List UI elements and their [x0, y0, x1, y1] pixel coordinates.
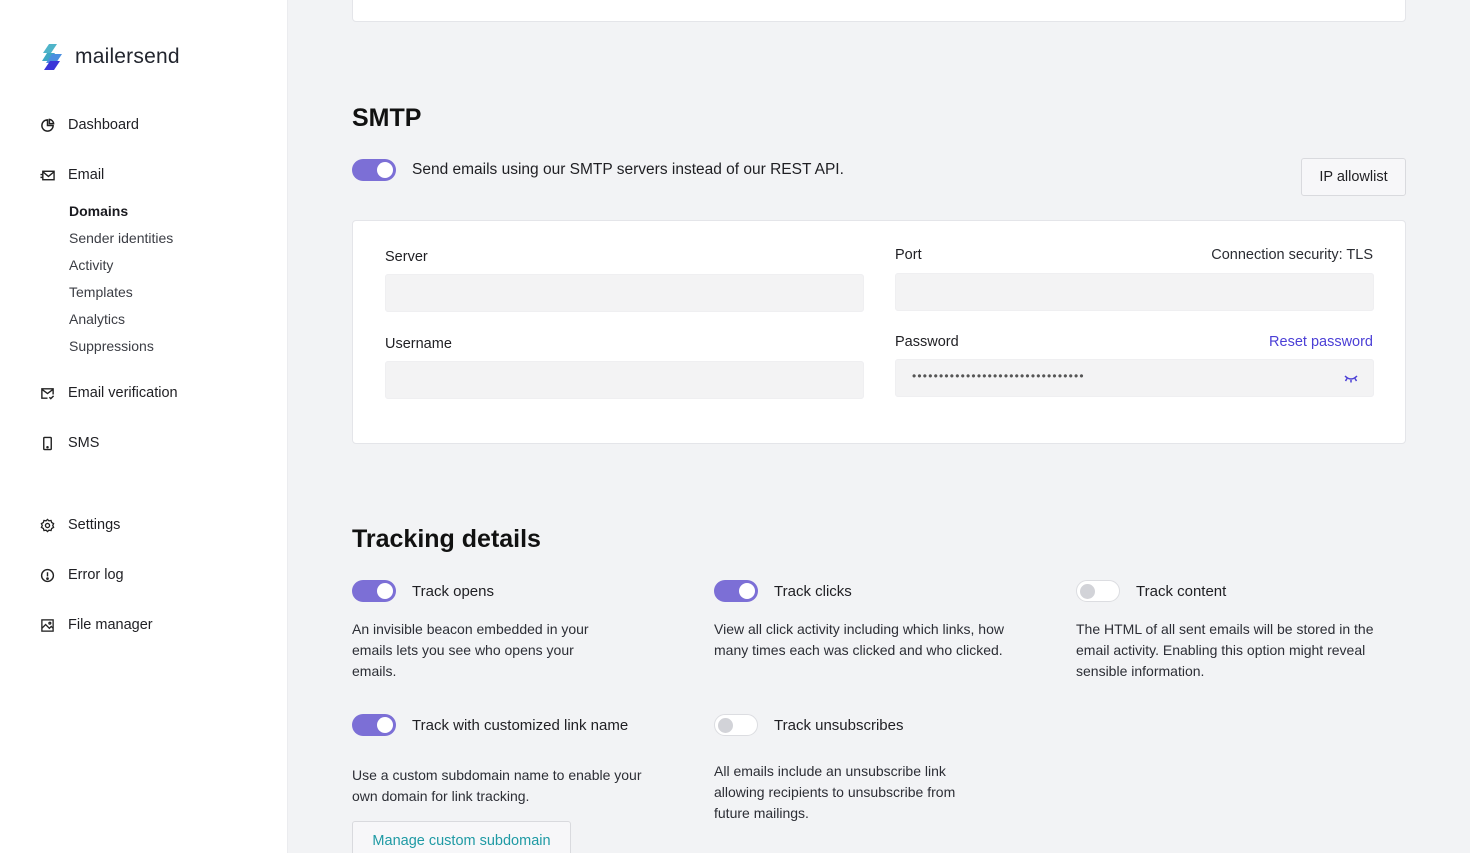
sidebar-subitem-suppressions[interactable]: Suppressions — [69, 338, 154, 354]
sidebar-item-label: File manager — [68, 617, 153, 633]
dashboard-icon — [40, 118, 55, 133]
error-icon — [40, 568, 55, 583]
sidebar-subitem-analytics[interactable]: Analytics — [69, 311, 125, 327]
track-clicks-description: View all click activity including which … — [714, 621, 1004, 658]
track-custom-link-description: Use a custom subdomain name to enable yo… — [352, 767, 642, 804]
username-label: Username — [385, 336, 452, 352]
sidebar: mailersend Dashboard Email Domains Sende… — [0, 0, 288, 853]
tracking-heading: Tracking details — [352, 525, 541, 553]
ip-allowlist-button[interactable]: IP allowlist — [1301, 158, 1406, 196]
email-verification-icon — [40, 386, 55, 401]
sidebar-item-error-log[interactable]: Error log — [40, 567, 124, 583]
sidebar-item-settings[interactable]: Settings — [40, 517, 120, 533]
sidebar-item-dashboard[interactable]: Dashboard — [40, 117, 139, 133]
track-opens-description: An invisible beacon embedded in your ema… — [352, 621, 589, 679]
smtp-description: Send emails using our SMTP servers inste… — [412, 161, 844, 178]
track-custom-link-label: Track with customized link name — [412, 717, 629, 734]
brand-name: mailersend — [75, 45, 180, 68]
sidebar-item-file-manager[interactable]: File manager — [40, 617, 153, 633]
track-unsubscribes-description: All emails include an unsubscribe link a… — [714, 763, 956, 821]
port-label: Port — [895, 247, 922, 263]
sidebar-item-label: Email — [68, 167, 105, 183]
track-opens-toggle[interactable] — [352, 580, 396, 602]
toggle-knob — [1080, 583, 1095, 599]
track-custom-link-toggle[interactable] — [352, 714, 396, 736]
track-content-description: The HTML of all sent emails will be stor… — [1076, 621, 1374, 679]
image-icon — [40, 618, 55, 633]
track-unsubscribes-label: Track unsubscribes — [774, 717, 904, 734]
sidebar-item-label: Email verification — [68, 385, 178, 401]
smtp-heading: SMTP — [352, 104, 422, 132]
mailersend-logo-icon — [42, 44, 62, 70]
sidebar-item-email-verification[interactable]: Email verification — [40, 385, 178, 401]
password-label: Password — [895, 334, 959, 350]
track-opens-label: Track opens — [412, 583, 494, 600]
sidebar-item-label: Settings — [68, 517, 121, 533]
connection-security: Connection security: TLS — [1211, 247, 1373, 263]
manage-custom-subdomain-button[interactable]: Manage custom subdomain — [352, 821, 571, 853]
track-unsubscribes-toggle[interactable] — [714, 714, 758, 736]
gear-icon — [40, 517, 55, 533]
sidebar-item-label: Dashboard — [68, 117, 139, 133]
reset-password-link[interactable]: Reset password — [1269, 334, 1373, 350]
sidebar-item-sms[interactable]: SMS — [40, 435, 99, 451]
track-clicks-toggle[interactable] — [714, 580, 758, 602]
sidebar-subitem-templates[interactable]: Templates — [69, 284, 133, 300]
password-value: •••••••••••••••••••••••••••••••• — [912, 369, 1085, 383]
phone-icon — [40, 436, 55, 451]
sidebar-subitem-sender-identities[interactable]: Sender identities — [69, 230, 173, 246]
sidebar-item-label: SMS — [68, 435, 100, 451]
sidebar-item-email[interactable]: Email — [40, 167, 104, 183]
sidebar-subitem-domains[interactable]: Domains — [69, 203, 128, 219]
email-icon — [40, 168, 55, 183]
toggle-knob — [739, 583, 755, 599]
smtp-credentials-card: Server Port Connection security: TLS Use… — [352, 220, 1406, 444]
sidebar-item-label: Error log — [68, 567, 124, 583]
toggle-knob — [377, 583, 393, 599]
track-content-label: Track content — [1136, 583, 1227, 600]
track-content-toggle[interactable] — [1076, 580, 1120, 602]
logo[interactable]: mailersend — [40, 44, 180, 70]
server-field[interactable] — [385, 274, 864, 312]
previous-section-card — [352, 0, 1406, 22]
username-field[interactable] — [385, 361, 864, 399]
toggle-knob — [377, 717, 393, 733]
track-clicks-label: Track clicks — [774, 583, 852, 600]
toggle-knob — [718, 717, 733, 733]
port-field[interactable] — [895, 273, 1374, 311]
toggle-knob — [377, 162, 393, 178]
sidebar-subitem-activity[interactable]: Activity — [69, 257, 113, 273]
smtp-toggle[interactable] — [352, 159, 396, 181]
password-field[interactable]: •••••••••••••••••••••••••••••••• — [895, 359, 1374, 397]
eye-closed-icon[interactable] — [1343, 371, 1359, 385]
server-label: Server — [385, 249, 428, 265]
